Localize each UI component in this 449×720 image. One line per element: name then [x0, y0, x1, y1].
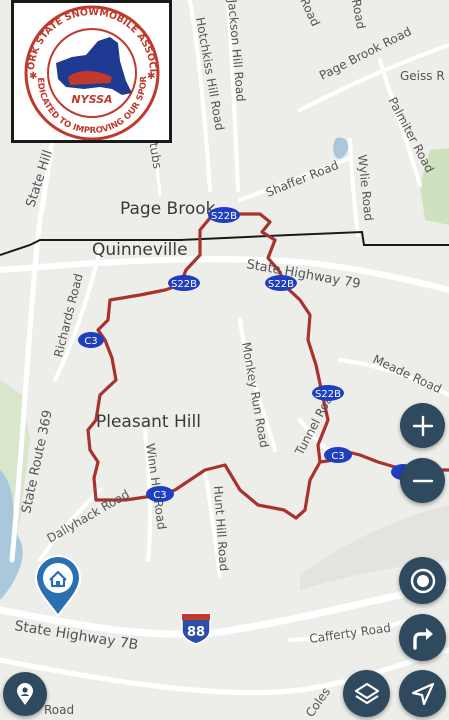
minus-icon — [412, 479, 433, 482]
svg-text:C3: C3 — [331, 451, 344, 462]
plus-icon — [412, 415, 433, 436]
navigation-arrow-icon — [411, 682, 434, 705]
zoom-in-button[interactable] — [400, 403, 445, 448]
svg-text:S22B: S22B — [171, 279, 197, 290]
zoom-out-button[interactable] — [400, 458, 445, 503]
shield-c3[interactable]: C3 — [78, 332, 104, 348]
shield-s22b[interactable]: S22B — [265, 275, 297, 291]
map-view[interactable]: State Hill Hotchkiss Hill Road Jackson H… — [0, 0, 449, 720]
shield-c3[interactable]: C3 — [324, 447, 352, 463]
place-page-brook: Page Brook — [120, 199, 216, 219]
shield-s22b[interactable]: S22B — [312, 385, 344, 401]
shield-s22b[interactable]: S22B — [168, 275, 200, 291]
target-icon — [410, 568, 435, 593]
logo-snowflake-left: ✱ — [29, 71, 37, 82]
shield-c3[interactable]: C3 — [146, 486, 174, 502]
user-location-button[interactable] — [3, 672, 47, 716]
logo-snowflake-right: ✱ — [147, 71, 155, 82]
logo-abbr: NYSSA — [71, 93, 112, 106]
nyssa-logo: NEW YORK STATE SNOWMOBILE ASSOCIATION DE… — [9, 0, 172, 143]
locate-button[interactable] — [399, 557, 446, 604]
svg-text:C3: C3 — [153, 490, 166, 501]
place-quinneville: Quinneville — [92, 240, 188, 260]
svg-text:S22B: S22B — [268, 279, 294, 290]
interstate-88-shield: 88 — [181, 613, 211, 645]
layers-icon — [354, 682, 379, 704]
place-pleasant-hill: Pleasant Hill — [96, 412, 201, 432]
svg-text:88: 88 — [187, 625, 205, 640]
road-label-bottom: Road — [44, 703, 74, 717]
svg-text:S22B: S22B — [315, 389, 341, 400]
svg-text:S22B: S22B — [211, 211, 237, 222]
svg-text:C3: C3 — [84, 336, 97, 347]
user-pin-icon — [17, 683, 33, 705]
navigate-button[interactable] — [399, 670, 446, 717]
turn-right-icon — [412, 627, 433, 650]
shield-s22b[interactable]: S22B — [208, 207, 240, 223]
directions-button[interactable] — [399, 614, 446, 661]
road-label-geiss: Geiss R — [400, 69, 445, 83]
layers-button[interactable] — [343, 670, 390, 717]
